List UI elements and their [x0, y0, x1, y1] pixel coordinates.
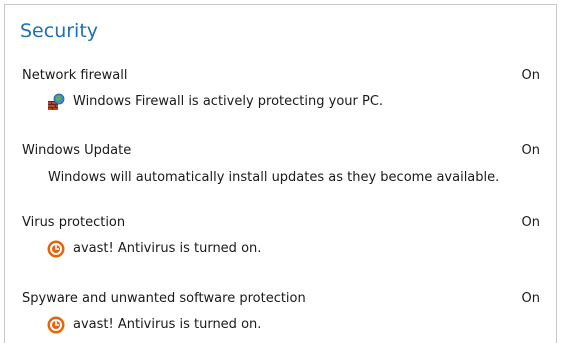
avast-icon [47, 316, 65, 334]
avast-icon [47, 240, 65, 258]
windows-update-label: Windows Update [22, 143, 132, 158]
security-panel: Security Network firewall On Windows Fir… [4, 4, 557, 343]
firewall-icon [47, 93, 65, 111]
network-firewall-label: Network firewall [22, 68, 128, 83]
spyware-protection-label: Spyware and unwanted software protection [22, 291, 306, 306]
spyware-protection-description-text: avast! Antivirus is turned on. [73, 317, 262, 332]
virus-protection-status: On [521, 215, 540, 230]
virus-protection-description-text: avast! Antivirus is turned on. [73, 241, 262, 256]
virus-protection-description: avast! Antivirus is turned on. [47, 240, 261, 258]
section-title: Security [20, 20, 99, 42]
network-firewall-status: On [521, 68, 540, 83]
windows-update-status: On [521, 143, 540, 158]
windows-update-description: Windows will automatically install updat… [48, 170, 500, 185]
spyware-protection-description: avast! Antivirus is turned on. [47, 316, 261, 334]
network-firewall-description-text: Windows Firewall is actively protecting … [73, 94, 384, 109]
virus-protection-label: Virus protection [22, 215, 126, 230]
spyware-protection-status: On [521, 291, 540, 306]
network-firewall-description: Windows Firewall is actively protecting … [47, 93, 383, 111]
